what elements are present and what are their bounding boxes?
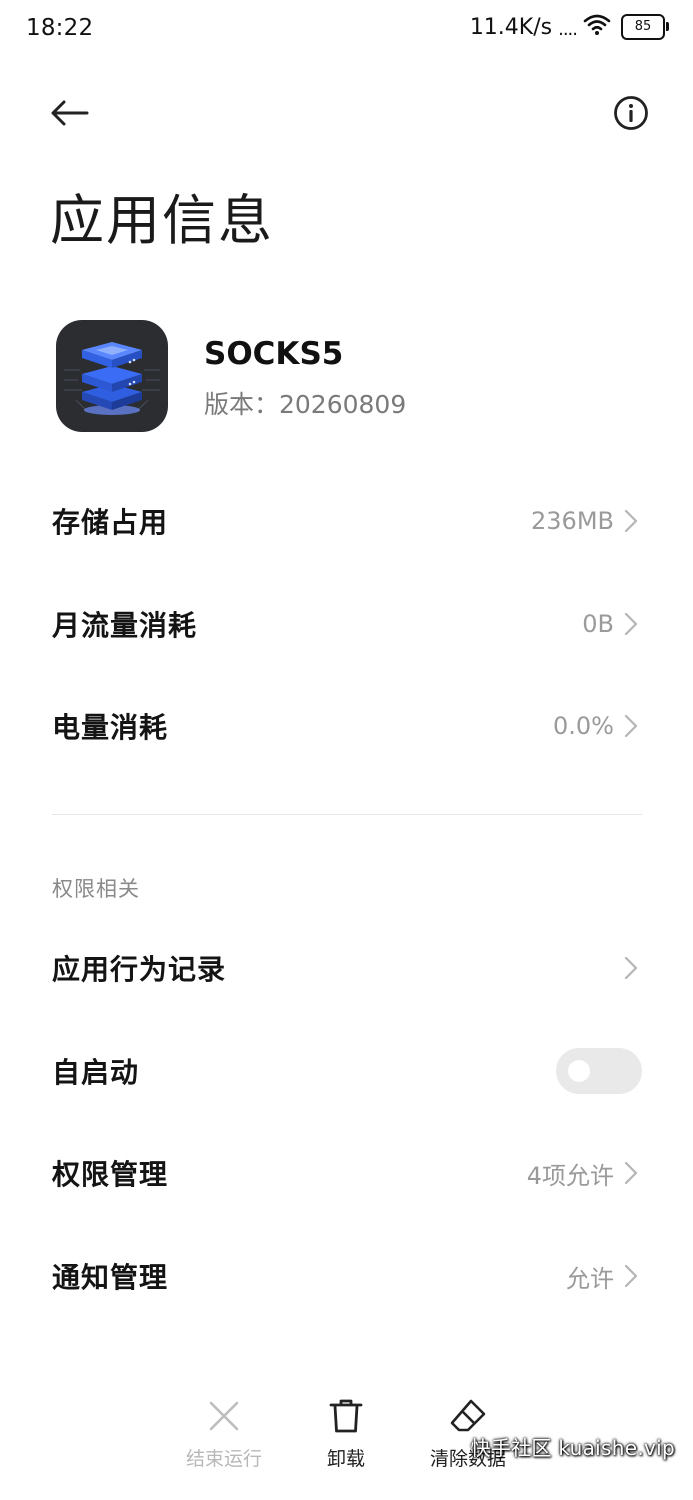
network-speed: 11.4K/s — [469, 14, 553, 40]
chevron-right-icon — [620, 955, 642, 981]
eraser-icon — [448, 1396, 488, 1436]
chevron-right-icon — [620, 611, 642, 637]
row-label: 月流量消耗 — [52, 609, 198, 642]
row-value: 0B — [582, 610, 614, 638]
battery-usage-row[interactable]: 电量消耗 0.0% — [52, 696, 642, 756]
back-button[interactable] — [44, 90, 94, 136]
toggle-knob — [568, 1060, 590, 1082]
row-label: 权限管理 — [52, 1158, 169, 1191]
status-indicators: 11.4K/s .... 85 — [469, 12, 669, 42]
notification-management-row[interactable]: 通知管理 允许 — [52, 1246, 642, 1306]
close-x-icon — [204, 1396, 244, 1436]
status-time: 18:22 — [26, 15, 94, 41]
section-divider — [52, 814, 642, 815]
force-stop-button[interactable]: 结束运行 — [164, 1396, 284, 1471]
app-version: 版本：20260809 — [204, 390, 407, 419]
server-stack-icon — [56, 320, 168, 432]
row-label: 存储占用 — [52, 506, 169, 539]
page-title: 应用信息 — [50, 189, 274, 252]
signal-dots: .... — [558, 18, 578, 40]
arrow-left-icon — [51, 100, 89, 126]
row-label: 应用行为记录 — [52, 953, 227, 986]
row-value: 允许 — [566, 1264, 614, 1293]
row-value: 236MB — [531, 507, 614, 535]
app-name: SOCKS5 — [204, 336, 344, 372]
app-info-screen: 18:22 11.4K/s .... 85 应用信息 SOCKS5 版本：202… — [0, 0, 693, 1500]
status-bar: 18:22 11.4K/s .... 85 — [0, 0, 693, 60]
autostart-toggle[interactable] — [556, 1048, 642, 1094]
wifi-icon — [583, 12, 611, 42]
storage-row[interactable]: 存储占用 236MB — [52, 491, 642, 551]
row-label: 自启动 — [52, 1056, 140, 1089]
info-circle-icon — [614, 96, 648, 130]
info-button[interactable] — [611, 93, 651, 133]
row-value: 0.0% — [553, 712, 614, 740]
app-behavior-log-row[interactable]: 应用行为记录 — [52, 938, 642, 998]
chevron-right-icon — [620, 713, 642, 739]
data-usage-row[interactable]: 月流量消耗 0B — [52, 594, 642, 654]
battery-icon: 85 — [621, 14, 669, 40]
chevron-right-icon — [620, 508, 642, 534]
uninstall-label: 卸载 — [326, 1448, 365, 1470]
section-header-permissions: 权限相关 — [52, 877, 140, 901]
uninstall-button[interactable]: 卸载 — [286, 1396, 406, 1471]
autostart-row: 自启动 — [52, 1041, 642, 1101]
chevron-right-icon — [620, 1263, 642, 1289]
row-label: 通知管理 — [52, 1261, 169, 1294]
permission-management-row[interactable]: 权限管理 4项允许 — [52, 1143, 642, 1203]
chevron-right-icon — [620, 1160, 642, 1186]
force-stop-label: 结束运行 — [185, 1448, 262, 1470]
watermark: 快手社区 kuaishe.vip — [470, 1436, 675, 1460]
row-label: 电量消耗 — [52, 711, 169, 744]
row-value: 4项允许 — [526, 1161, 614, 1190]
trash-icon — [326, 1396, 366, 1436]
